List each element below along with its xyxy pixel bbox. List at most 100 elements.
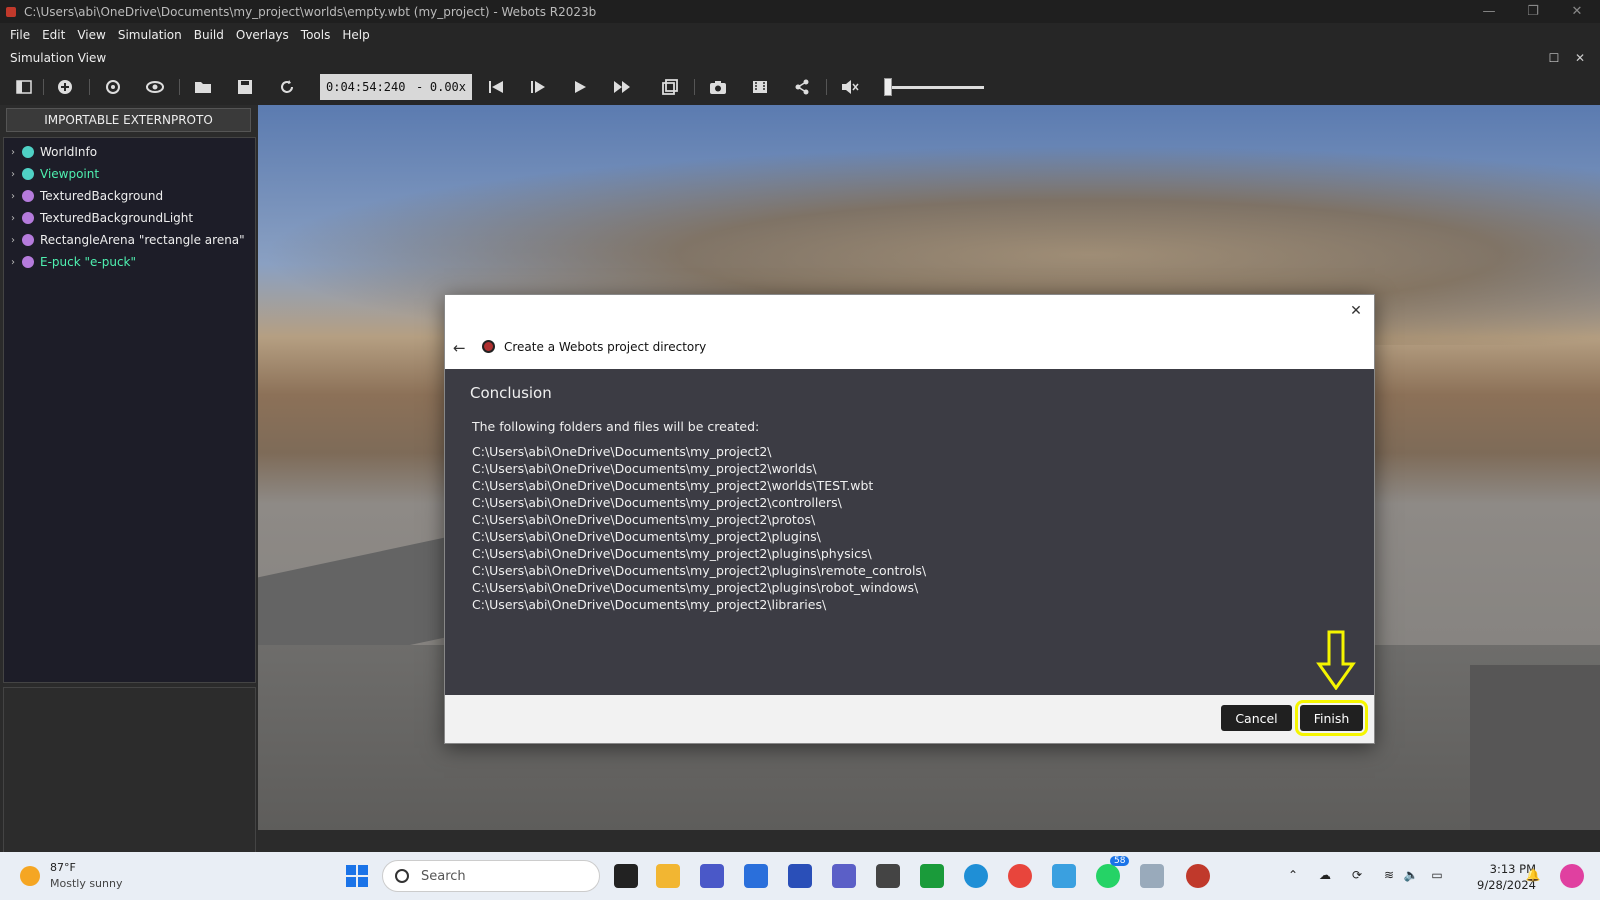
chevron-right-icon[interactable]: › xyxy=(4,257,22,268)
step-back-icon[interactable] xyxy=(486,77,506,97)
copilot-icon[interactable] xyxy=(1560,864,1584,888)
toolbar-separator xyxy=(89,79,90,95)
xbox-icon[interactable] xyxy=(920,864,944,888)
notification-bell-icon[interactable]: 🔔 xyxy=(1524,866,1542,884)
dialog-title: Create a Webots project directory xyxy=(504,340,707,354)
task-view-icon[interactable] xyxy=(614,864,638,888)
weather-description[interactable]: Mostly sunny xyxy=(50,877,122,890)
volume-icon[interactable]: 🔈 xyxy=(1402,866,1420,884)
simulation-view-title: Simulation View xyxy=(10,51,107,65)
sync-icon[interactable]: ⟳ xyxy=(1348,866,1366,884)
volume-slider-thumb[interactable] xyxy=(884,78,892,96)
finish-button[interactable]: Finish xyxy=(1295,700,1368,736)
window-title: C:\Users\abi\OneDrive\Documents\my_proje… xyxy=(24,4,597,19)
scene-tree-panel: IMPORTABLE EXTERNPROTO › WorldInfo › Vie… xyxy=(0,105,258,900)
path-item: C:\Users\abi\OneDrive\Documents\my_proje… xyxy=(472,495,842,510)
close-window-icon[interactable]: ✕ xyxy=(1554,0,1600,23)
paint-icon[interactable] xyxy=(1052,864,1076,888)
webots-app-icon xyxy=(6,6,16,17)
tree-item-label: WorldInfo xyxy=(40,145,98,159)
annotation-down-arrow-icon xyxy=(1316,630,1356,690)
menu-tools[interactable]: Tools xyxy=(295,28,337,42)
open-folder-icon[interactable] xyxy=(193,77,213,97)
tree-item-label: E-puck "e-puck" xyxy=(40,255,137,269)
tree-item-texturedbackgroundlight[interactable]: › TexturedBackgroundLight xyxy=(4,208,193,228)
menu-simulation[interactable]: Simulation xyxy=(112,28,188,42)
chevron-right-icon[interactable]: › xyxy=(4,235,22,246)
node-dot-icon xyxy=(22,146,34,158)
tree-item-rectanglearena[interactable]: › RectangleArena "rectangle arena" xyxy=(4,230,245,250)
menu-edit[interactable]: Edit xyxy=(36,28,71,42)
mute-icon[interactable] xyxy=(840,77,860,97)
wifi-icon[interactable]: ≋ xyxy=(1380,866,1398,884)
tree-item-texturedbackground[interactable]: › TexturedBackground xyxy=(4,186,163,206)
cancel-button[interactable]: Cancel xyxy=(1221,705,1292,731)
maximize-panel-icon[interactable]: ☐ xyxy=(1542,47,1566,69)
chevron-right-icon[interactable]: › xyxy=(4,169,22,180)
restore-icon[interactable]: ❐ xyxy=(1510,0,1556,23)
edge-icon[interactable] xyxy=(964,864,988,888)
chrome-icon[interactable] xyxy=(1008,864,1032,888)
reset-simulation-icon[interactable] xyxy=(277,77,297,97)
time-separator: - xyxy=(416,80,424,94)
start-windows-icon[interactable] xyxy=(346,865,368,887)
node-dot-icon xyxy=(22,190,34,202)
chevron-right-icon[interactable]: › xyxy=(4,213,22,224)
volume-slider-track[interactable] xyxy=(884,86,984,89)
chevron-up-icon[interactable]: ⌃ xyxy=(1284,866,1302,884)
view-eye-icon[interactable] xyxy=(145,77,165,97)
weather-sun-icon[interactable] xyxy=(20,866,40,886)
chart-app-icon[interactable] xyxy=(1140,864,1164,888)
file-explorer-icon[interactable] xyxy=(656,864,680,888)
screenshot-camera-icon[interactable] xyxy=(708,77,728,97)
close-panel-icon[interactable]: ✕ xyxy=(1568,47,1592,69)
share-icon[interactable] xyxy=(792,77,812,97)
conclusion-heading: Conclusion xyxy=(470,384,552,402)
webots-taskbar-icon[interactable] xyxy=(1186,864,1210,888)
unity-icon[interactable] xyxy=(876,864,900,888)
menu-help[interactable]: Help xyxy=(336,28,375,42)
importable-externproto-button[interactable]: IMPORTABLE EXTERNPROTO xyxy=(6,108,251,132)
path-item: C:\Users\abi\OneDrive\Documents\my_proje… xyxy=(472,444,772,459)
teams-work-icon[interactable] xyxy=(832,864,856,888)
add-node-icon[interactable] xyxy=(55,77,75,97)
fast-forward-icon[interactable] xyxy=(612,77,632,97)
tree-item-label: RectangleArena "rectangle arena" xyxy=(40,233,245,247)
menu-file[interactable]: File xyxy=(4,28,36,42)
play-icon[interactable] xyxy=(570,77,590,97)
whatsapp-icon[interactable] xyxy=(1096,864,1120,888)
record-movie-icon[interactable] xyxy=(750,77,770,97)
battery-icon[interactable]: ▭ xyxy=(1428,866,1446,884)
chevron-right-icon[interactable]: › xyxy=(4,147,22,158)
menu-view[interactable]: View xyxy=(71,28,111,42)
webots-bug-icon xyxy=(482,340,495,353)
back-arrow-icon[interactable]: ← xyxy=(453,339,466,357)
weather-temperature[interactable]: 87°F xyxy=(50,861,76,874)
dialog-footer: Cancel Finish xyxy=(445,695,1374,743)
tree-item-worldinfo[interactable]: › WorldInfo xyxy=(4,142,97,162)
teams-icon[interactable] xyxy=(700,864,724,888)
chevron-right-icon[interactable]: › xyxy=(4,191,22,202)
toggle-scene-tree-icon[interactable] xyxy=(14,77,34,97)
menu-bar: File Edit View Simulation Build Overlays… xyxy=(0,23,1600,47)
tree-item-viewpoint[interactable]: › Viewpoint xyxy=(4,164,99,184)
store-icon[interactable] xyxy=(744,864,768,888)
tree-item-epuck[interactable]: › E-puck "e-puck" xyxy=(4,252,136,272)
save-icon[interactable] xyxy=(235,77,255,97)
rendering-toggle-icon[interactable] xyxy=(660,77,680,97)
node-dot-icon xyxy=(22,212,34,224)
minimize-icon[interactable]: — xyxy=(1466,0,1512,23)
close-dialog-icon[interactable]: ✕ xyxy=(1346,301,1366,321)
menu-overlays[interactable]: Overlays xyxy=(230,28,295,42)
onedrive-cloud-icon[interactable]: ☁ xyxy=(1316,866,1334,884)
reload-world-icon[interactable] xyxy=(103,77,123,97)
step-icon[interactable] xyxy=(528,77,548,97)
path-item: C:\Users\abi\OneDrive\Documents\my_proje… xyxy=(472,546,872,561)
taskbar-search[interactable]: Search xyxy=(382,860,600,892)
toolbar-separator xyxy=(179,79,180,95)
menu-build[interactable]: Build xyxy=(188,28,230,42)
visual-studio-icon[interactable] xyxy=(788,864,812,888)
toolbar-separator xyxy=(826,79,827,95)
path-item: C:\Users\abi\OneDrive\Documents\my_proje… xyxy=(472,478,874,493)
path-item: C:\Users\abi\OneDrive\Documents\my_proje… xyxy=(472,563,927,578)
